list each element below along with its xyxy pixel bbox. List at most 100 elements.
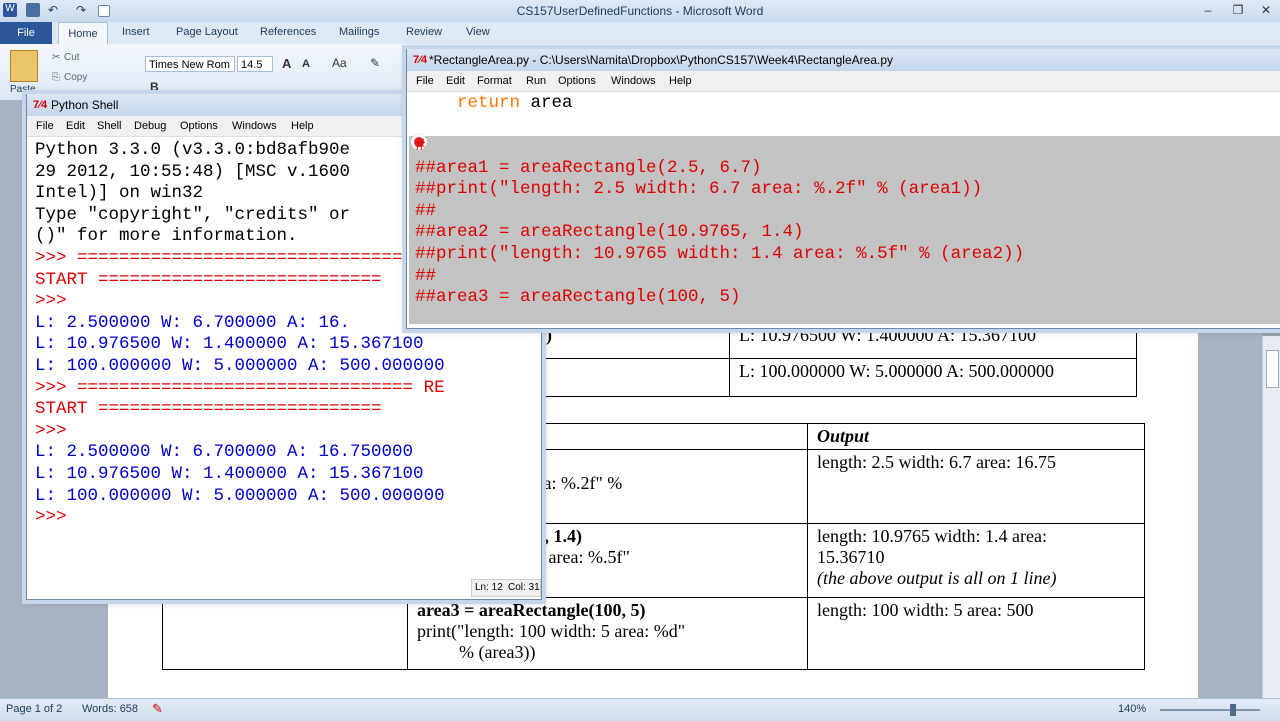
- tab-references[interactable]: References: [260, 26, 316, 38]
- editor-menu-edit[interactable]: Edit: [446, 75, 465, 87]
- table-header-output: Output: [807, 423, 1145, 450]
- word-count[interactable]: Words: 658: [82, 703, 138, 715]
- tab-page-layout[interactable]: Page Layout: [176, 26, 238, 38]
- zoom-slider-handle[interactable]: [1230, 704, 1236, 716]
- clear-format-icon[interactable]: ✎: [370, 56, 380, 70]
- output-line: 15.36710: [817, 547, 885, 567]
- shrink-font-icon[interactable]: A: [302, 58, 310, 70]
- code-line: ##print("length: 10.9765 width: 1.4 area…: [415, 243, 1025, 264]
- code-line: ##area1 = areaRectangle(2.5, 6.7): [415, 157, 762, 178]
- table-cell: length: 100 width: 5 area: 500: [807, 597, 1145, 670]
- font-size-box[interactable]: 14.5: [237, 56, 273, 72]
- python-logo-icon: 7⁄4: [33, 99, 48, 111]
- shell-line: >>> ================================: [35, 247, 414, 268]
- shell-menu-shell[interactable]: Shell: [97, 120, 121, 132]
- shell-line: Intel)] on win32: [35, 183, 204, 204]
- bold-icon[interactable]: B: [150, 80, 159, 94]
- shell-menu-options[interactable]: Options: [180, 120, 218, 132]
- shell-line: START ===========================: [35, 399, 382, 420]
- shell-prompt: >>>: [35, 420, 67, 441]
- maximize-icon[interactable]: ❐: [1226, 2, 1250, 18]
- word-title-bar: W ↶ ↷ CS157UserDefinedFunctions - Micros…: [0, 0, 1280, 22]
- table-cell: [162, 597, 408, 670]
- shell-menu-windows[interactable]: Windows: [232, 120, 277, 132]
- close-icon[interactable]: ✕: [1254, 2, 1278, 18]
- python-shell-title: Python Shell: [51, 98, 119, 112]
- editor-line-return: return area: [415, 93, 573, 115]
- shell-line: L: 2.500000 W: 6.700000 A: 16.750000: [35, 442, 414, 463]
- zoom-slider[interactable]: [1160, 709, 1260, 711]
- editor-text-area[interactable]: return area # ##area1 = areaRectangle(2.…: [409, 92, 1280, 324]
- shell-output: Python 3.3.0 (v3.3.0:bd8afb90e 29 2012, …: [35, 140, 445, 529]
- tab-file[interactable]: File: [0, 22, 52, 44]
- editor-title-bar[interactable]: 7⁄4 *RectangleArea.py - C:\Users\Namita\…: [407, 49, 1280, 71]
- table-cell: area3 = areaRectangle(100, 5) print("leng…: [407, 597, 808, 670]
- output-note: (the above output is all on 1 line): [817, 568, 1057, 588]
- editor-title: *RectangleArea.py - C:\Users\Namita\Drop…: [429, 53, 894, 67]
- copy-label[interactable]: Copy: [64, 72, 87, 83]
- python-logo-icon: 7⁄4: [413, 54, 428, 66]
- shell-line: L: 10.976500 W: 1.400000 A: 15.367100: [35, 463, 424, 484]
- editor-menu-file[interactable]: File: [416, 75, 434, 87]
- proofing-icon[interactable]: ✎: [152, 701, 163, 717]
- output-line: length: 10.9765 width: 1.4 area:: [817, 526, 1047, 546]
- tab-home[interactable]: Home: [58, 22, 108, 46]
- editor-menu-options[interactable]: Options: [558, 75, 596, 87]
- shell-menu-help[interactable]: Help: [291, 120, 314, 132]
- shell-line: L: 100.000000 W: 5.000000 A: 500.000000: [35, 355, 445, 376]
- editor-menu-bar: File Edit Format Run Options Windows Hel…: [407, 71, 1280, 92]
- tab-view[interactable]: View: [466, 26, 490, 38]
- shell-line: L: 100.000000 W: 5.000000 A: 500.000000: [35, 485, 445, 506]
- tab-review[interactable]: Review: [406, 26, 442, 38]
- minimize-icon[interactable]: –: [1196, 2, 1220, 18]
- paste-icon[interactable]: [10, 50, 38, 82]
- shell-line: Python 3.3.0 (v3.3.0:bd8afb90e: [35, 140, 351, 160]
- shell-status: Ln: 12 Col: 31: [471, 579, 541, 597]
- keyword-return: return: [457, 93, 521, 113]
- shell-line: 29 2012, 10:55:48) [MSC v.1600: [35, 161, 351, 182]
- table-cell: length: 10.9765 width: 1.4 area: 15.36710…: [807, 523, 1145, 598]
- shell-line: ()" for more information.: [35, 226, 298, 247]
- scroll-thumb[interactable]: [1266, 350, 1279, 388]
- code-line: #: [415, 136, 426, 156]
- shell-menu-edit[interactable]: Edit: [66, 120, 85, 132]
- shell-line: L: 2.500000 W: 6.700000 A: 16.: [35, 312, 351, 333]
- code-line: ##: [415, 265, 437, 286]
- shell-line: Type "copyright", "credits" or: [35, 204, 351, 225]
- page-count[interactable]: Page 1 of 2: [6, 703, 62, 715]
- zoom-level[interactable]: 140%: [1118, 703, 1146, 715]
- code-line: ##print("length: 2.5 width: 6.7 area: %.…: [415, 179, 983, 200]
- code-line: ##area2 = areaRectangle(10.9765, 1.4): [415, 222, 804, 243]
- shell-menu-file[interactable]: File: [36, 120, 54, 132]
- code-line: area3 = areaRectangle(100, 5): [417, 600, 646, 620]
- shell-prompt: >>>: [35, 291, 67, 312]
- code-line: print("length: 100 width: 5 area: %d": [417, 621, 686, 641]
- shell-col-number: Col: 31: [508, 582, 540, 593]
- cut-label[interactable]: Cut: [64, 52, 80, 63]
- shell-line: START ===========================: [35, 269, 382, 290]
- change-case-icon[interactable]: Aa: [332, 56, 347, 70]
- code-line: ##: [415, 200, 437, 221]
- grow-font-icon[interactable]: A: [282, 56, 291, 71]
- editor-code: # ##area1 = areaRectangle(2.5, 6.7) ##pr…: [415, 136, 1024, 309]
- copy-icon[interactable]: ⎘: [52, 72, 60, 83]
- window-title: CS157UserDefinedFunctions - Microsoft Wo…: [516, 4, 764, 18]
- shell-line: L: 10.976500 W: 1.400000 A: 15.367100: [35, 334, 424, 355]
- cut-icon[interactable]: ✂: [52, 52, 60, 63]
- font-name-box[interactable]: Times New Rom: [145, 56, 235, 72]
- editor-menu-windows[interactable]: Windows: [611, 75, 656, 87]
- tab-mailings[interactable]: Mailings: [339, 26, 379, 38]
- editor-window: 7⁄4 *RectangleArea.py - C:\Users\Namita\…: [406, 49, 1280, 329]
- word-status-bar: Page 1 of 2 Words: 658 ✎ 140%: [0, 698, 1280, 721]
- table-cell: L: 100.000000 W: 5.000000 A: 500.000000: [729, 358, 1137, 397]
- code-line: ##area3 = areaRectangle(100, 5): [415, 287, 741, 308]
- editor-menu-run[interactable]: Run: [526, 75, 546, 87]
- return-value: area: [520, 93, 573, 113]
- editor-menu-format[interactable]: Format: [477, 75, 512, 87]
- shell-line-number: Ln: 12: [475, 582, 503, 593]
- shell-menu-debug[interactable]: Debug: [134, 120, 166, 132]
- editor-menu-help[interactable]: Help: [669, 75, 692, 87]
- table-cell: length: 2.5 width: 6.7 area: 16.75: [807, 449, 1145, 524]
- document-scrollbar[interactable]: [1262, 336, 1280, 698]
- tab-insert[interactable]: Insert: [122, 26, 150, 38]
